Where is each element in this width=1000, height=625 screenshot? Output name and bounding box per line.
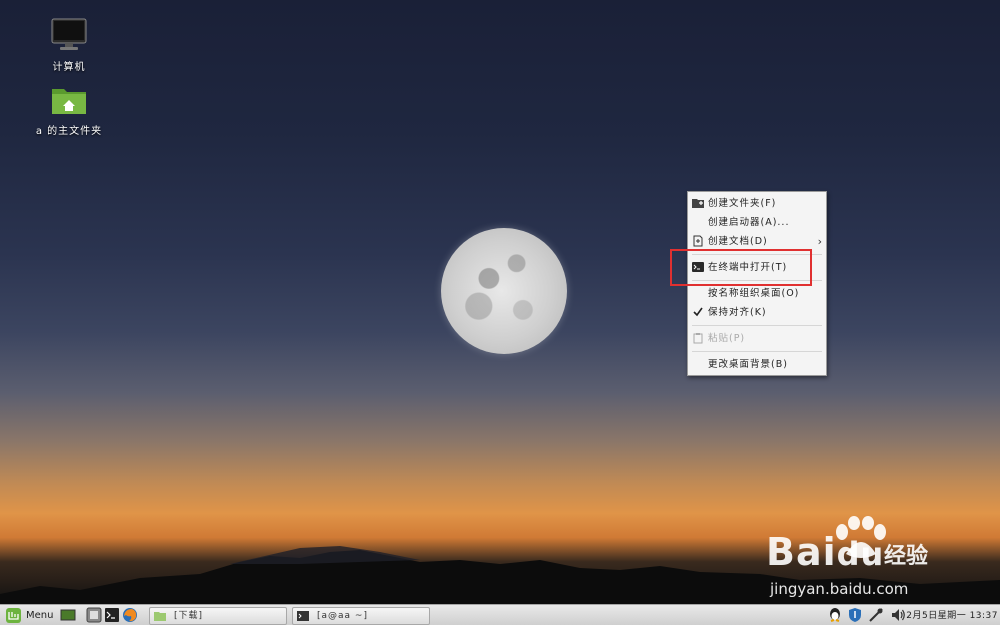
watermark-cn: 经验 <box>884 544 929 569</box>
folder-icon <box>154 612 166 621</box>
task-downloads-window[interactable]: [下载] <box>149 607 287 625</box>
taskbar-clock[interactable]: 2月5日星期一 13:37 <box>906 608 998 621</box>
main-menu-button[interactable]: Menu <box>2 607 58 624</box>
files-launcher-icon[interactable] <box>86 607 102 623</box>
menu-item-change-background[interactable]: 更改桌面背景(B) <box>688 355 826 374</box>
annotation-highlight-box <box>670 249 812 286</box>
firefox-launcher-icon[interactable] <box>122 607 138 623</box>
menu-item-keep-aligned[interactable]: 保持对齐(K) <box>688 303 826 322</box>
shield-tray-icon[interactable] <box>848 607 862 623</box>
watermark-url: jingyan.baidu.com <box>770 580 909 598</box>
menu-label: Menu <box>26 610 54 621</box>
home-folder-icon <box>52 89 86 114</box>
terminal-icon <box>297 611 309 621</box>
desktop-icon-label: 计算机 <box>52 62 86 73</box>
menu-item-label: 创建文件夹(F) <box>708 198 777 209</box>
menu-item-create-launcher[interactable]: 创建启动器(A)... <box>688 213 826 232</box>
folder-new-icon <box>692 199 704 208</box>
menu-item-label: 保持对齐(K) <box>708 307 767 318</box>
task-terminal-window[interactable]: [a@aa ~] <box>292 607 430 625</box>
menu-item-arrange-by-name[interactable]: 按名称组织桌面(O) <box>688 284 826 303</box>
document-new-icon <box>693 235 703 247</box>
show-desktop-icon[interactable] <box>60 607 76 623</box>
baidu-jingyan-watermark: Baidu 经验 jingyan.baidu.com <box>762 516 962 604</box>
paste-icon <box>693 333 703 344</box>
menu-item-label: 创建启动器(A)... <box>708 217 790 228</box>
menu-item-paste[interactable]: 粘贴(P) <box>688 329 826 348</box>
watermark-brand: Baidu <box>766 530 885 574</box>
desktop-icon-home-folder[interactable]: a 的主文件夹 <box>29 84 109 137</box>
computer-icon <box>51 18 87 50</box>
terminal-launcher-icon[interactable] <box>104 607 120 623</box>
check-icon <box>693 307 703 317</box>
menu-item-label: 创建文档(D) <box>708 236 768 247</box>
network-tray-icon[interactable] <box>868 607 884 623</box>
submenu-arrow-icon: › <box>817 235 823 248</box>
task-label: [a@aa ~] <box>317 611 368 621</box>
menu-separator <box>692 351 822 352</box>
qq-penguin-tray-icon[interactable] <box>828 607 842 623</box>
linux-mint-logo-icon <box>6 608 21 623</box>
desktop-icon-computer[interactable]: 计算机 <box>29 18 109 73</box>
moon-wallpaper-image <box>441 228 567 354</box>
taskbar: Menu [下载] [a@aa ~] 2月5日星期一 13:37 <box>0 604 1000 625</box>
menu-item-label: 按名称组织桌面(O) <box>708 288 800 299</box>
desktop[interactable]: 计算机 a 的主文件夹 创建文件夹(F) 创建启动器(A)... 创建文档(D) <box>0 0 1000 604</box>
menu-separator <box>692 325 822 326</box>
desktop-icon-label: a 的主文件夹 <box>35 126 103 137</box>
menu-item-create-folder[interactable]: 创建文件夹(F) <box>688 194 826 213</box>
volume-tray-icon[interactable] <box>890 607 906 623</box>
menu-item-label: 粘贴(P) <box>708 333 746 344</box>
menu-item-label: 更改桌面背景(B) <box>708 359 788 370</box>
task-label: [下载] <box>174 611 204 621</box>
